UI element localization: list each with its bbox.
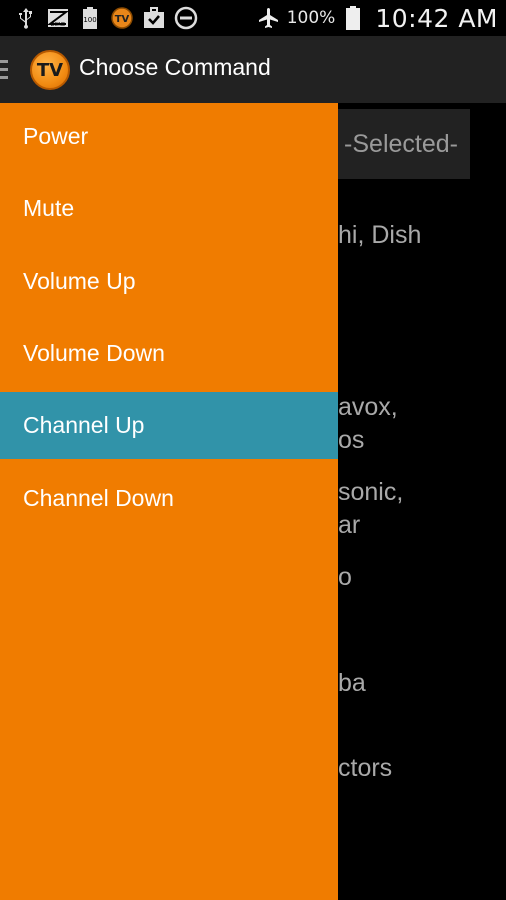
page-title: Choose Command [79,54,271,80]
drawer-item-label: Volume Down [23,340,165,366]
list-item[interactable]: hi, Dish [338,221,421,250]
drawer-item-label: Mute [23,195,75,221]
do-not-disturb-icon [174,6,198,30]
drawer-item-channel-down[interactable]: Channel Down [0,465,338,532]
svg-text:ZONE: ZONE [51,22,65,28]
clock: 10:42 AM [375,3,498,33]
usb-icon [14,6,38,30]
list-item[interactable]: sonic, [338,478,403,507]
drawer-item-volume-down[interactable]: Volume Down [0,320,338,387]
drawer-toggle-icon[interactable] [0,60,8,80]
drawer-item-label: Channel Up [23,412,145,438]
drawer-item-label: Volume Up [23,268,136,294]
battery-icon [341,6,365,30]
drawer-item-label: Power [23,123,89,149]
list-item[interactable]: o [338,563,352,592]
app-logo-text: TV [36,59,64,81]
drawer-item-volume-up[interactable]: Volume Up [0,248,338,315]
battery-percent: 100% [286,8,336,28]
briefcase-check-icon [142,6,166,30]
drawer-item-mute[interactable]: Mute [0,175,338,242]
drawer-item-label: Channel Down [23,485,174,511]
battery-100-icon: 100 [78,6,102,30]
app-logo[interactable]: TV [30,50,70,90]
status-bar: ZONE 100 TV 100% 10:42 AM [0,0,506,36]
tv-app-icon: TV [110,6,134,30]
airplane-mode-icon [257,6,281,30]
status-icons-left: ZONE 100 TV [0,6,198,30]
zone-icon: ZONE [46,6,70,30]
list-item[interactable]: ar [338,511,360,540]
list-item[interactable]: ctors [338,754,392,783]
action-bar: TV Choose Command [0,36,506,103]
navigation-drawer: Power Mute Volume Up Volume Down Channel… [0,103,338,900]
battery-small-label: 100 [83,16,97,24]
svg-text:TV: TV [115,14,130,25]
selection-spinner-text: -Selected- [344,129,458,158]
list-item[interactable]: os [338,426,364,455]
list-item[interactable]: avox, [338,393,398,422]
drawer-item-power[interactable]: Power [0,103,338,170]
drawer-item-channel-up[interactable]: Channel Up [0,392,338,459]
list-item[interactable]: ba [338,669,366,698]
status-icons-right: 100% 10:42 AM [257,0,498,36]
